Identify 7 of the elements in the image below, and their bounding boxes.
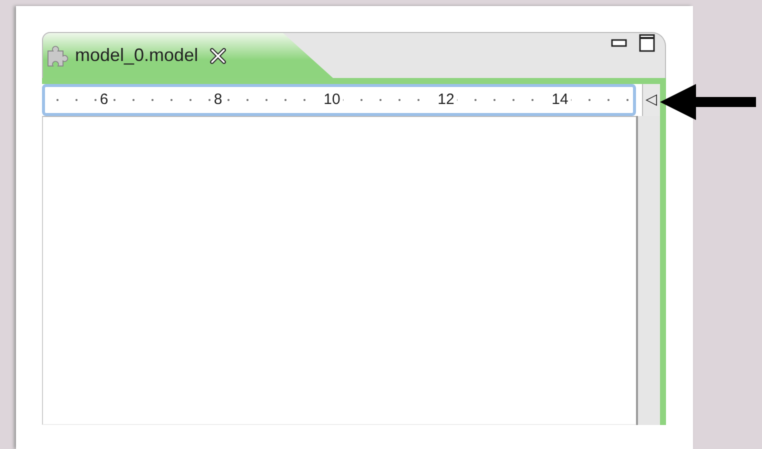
- maximize-icon[interactable]: [639, 34, 655, 52]
- close-icon[interactable]: [210, 48, 226, 64]
- puzzle-piece-icon: [47, 44, 69, 66]
- arrow-icon: [660, 84, 758, 120]
- editor-tab[interactable]: model_0.model: [43, 33, 333, 78]
- collapse-button[interactable]: ◁: [642, 84, 660, 116]
- minimize-icon[interactable]: [611, 39, 627, 47]
